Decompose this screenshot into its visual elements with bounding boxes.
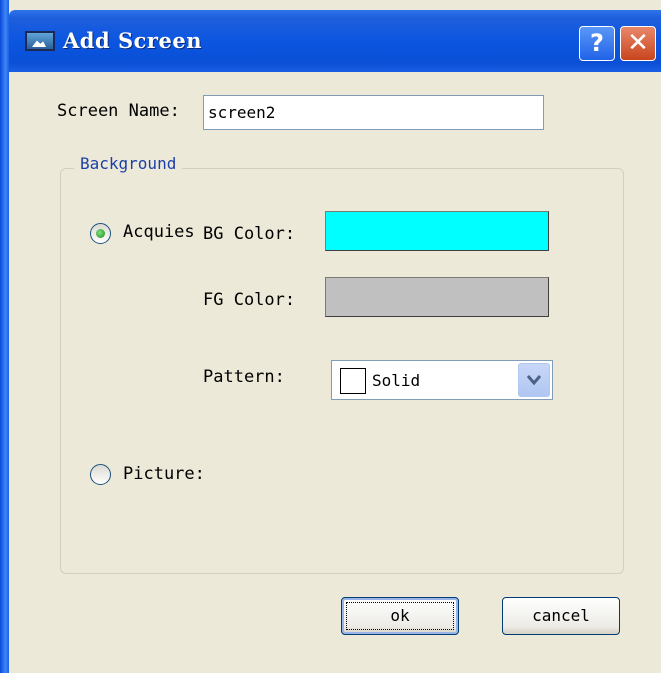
window-picture-icon [25, 31, 55, 51]
fg-color-button[interactable] [325, 277, 549, 317]
bg-color-label: BG Color: [203, 224, 296, 244]
cancel-button-label: cancel [532, 606, 590, 625]
window-title: Add Screen [63, 28, 202, 53]
radio-selected-dot [96, 229, 105, 238]
window-border [0, 0, 9, 673]
ok-button[interactable]: ok [341, 597, 459, 635]
acquies-radio[interactable] [90, 223, 111, 244]
pattern-preview [340, 368, 366, 394]
close-button[interactable]: ✕ [620, 26, 656, 61]
picture-radio[interactable] [90, 464, 111, 485]
chevron-down-icon[interactable] [518, 363, 550, 397]
screen-name-input[interactable] [204, 96, 543, 129]
pattern-selected-value: Solid [372, 371, 421, 390]
screen-name-label: Screen Name: [57, 101, 180, 121]
title-bar[interactable]: Add Screen ? ✕ [9, 10, 661, 72]
pattern-select[interactable]: Solid [331, 360, 553, 400]
pattern-label: Pattern: [203, 367, 285, 387]
cancel-button[interactable]: cancel [502, 597, 620, 635]
add-screen-dialog: Add Screen ? ✕ Screen Name: Background A… [0, 0, 661, 673]
background-group-label: Background [74, 154, 183, 173]
picture-label[interactable]: Picture: [123, 464, 205, 484]
acquies-label[interactable]: Acquies [123, 222, 195, 242]
focus-rectangle [346, 602, 454, 630]
fg-color-label: FG Color: [203, 290, 296, 310]
screen-name-field-box[interactable] [203, 95, 544, 130]
help-button[interactable]: ? [579, 26, 615, 61]
bg-color-button[interactable] [325, 211, 549, 251]
